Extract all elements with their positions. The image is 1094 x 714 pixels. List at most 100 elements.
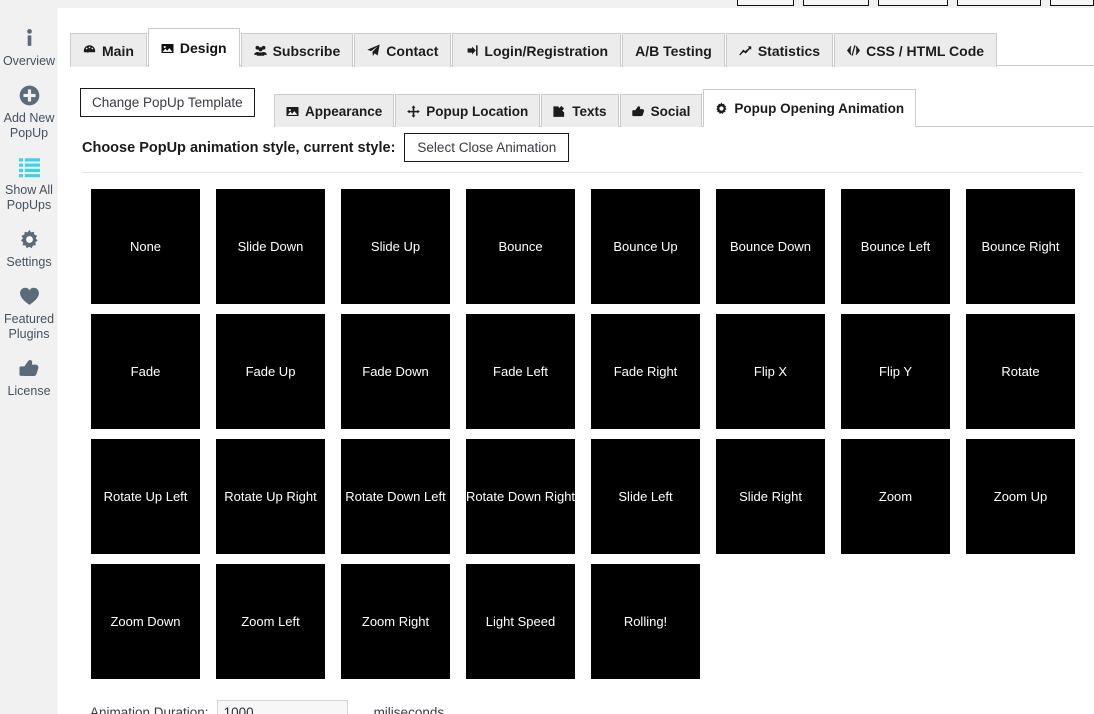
code-icon bbox=[847, 44, 860, 57]
animation-tile[interactable]: Bounce Up bbox=[591, 189, 700, 304]
animation-tile[interactable]: Zoom Up bbox=[966, 439, 1075, 554]
sidebar-item-settings[interactable]: Settings bbox=[0, 223, 58, 280]
animation-tile[interactable]: Fade Up bbox=[216, 314, 325, 429]
animation-tile[interactable]: Bounce Right bbox=[966, 189, 1075, 304]
animation-tile[interactable]: None bbox=[91, 189, 200, 304]
sidebar-item-show-all-popups[interactable]: Show All PopUps bbox=[0, 151, 58, 223]
animation-tile[interactable]: Zoom Right bbox=[341, 564, 450, 679]
top-cut-button-2[interactable] bbox=[803, 0, 869, 6]
animation-tile-label: Bounce Up bbox=[613, 239, 678, 254]
animation-tile[interactable]: Rotate Down Left bbox=[341, 439, 450, 554]
sign-in-icon bbox=[465, 44, 478, 57]
tab-contact[interactable]: Contact bbox=[354, 33, 452, 67]
animation-tile[interactable]: Bounce bbox=[466, 189, 575, 304]
animation-tile[interactable]: Slide Up bbox=[341, 189, 450, 304]
tab-main[interactable]: Main bbox=[70, 33, 147, 67]
thumbs-up-icon bbox=[631, 105, 645, 118]
subtab-label: Social bbox=[650, 103, 691, 119]
animation-tile[interactable]: Slide Down bbox=[216, 189, 325, 304]
animation-tile[interactable]: Zoom Left bbox=[216, 564, 325, 679]
tab-a-b-testing[interactable]: A/B Testing bbox=[622, 33, 725, 67]
subtab-label: Popup Location bbox=[426, 103, 529, 119]
animation-duration-input[interactable] bbox=[216, 700, 348, 714]
animation-tile[interactable]: Flip X bbox=[716, 314, 825, 429]
subtab-popup-opening-animation[interactable]: Popup Opening Animation bbox=[703, 89, 917, 127]
tab-label: Statistics bbox=[757, 42, 821, 59]
animation-tile-label: Rotate Up Left bbox=[103, 489, 188, 504]
sidebar-item-label: Add New PopUp bbox=[3, 111, 55, 140]
sidebar-item-featured-plugins[interactable]: Featured Plugins bbox=[0, 280, 58, 352]
animation-tile[interactable]: Light Speed bbox=[466, 564, 575, 679]
animation-tile[interactable]: Fade Down bbox=[341, 314, 450, 429]
animation-tile-label: Slide Up bbox=[370, 239, 421, 254]
select-close-animation-button[interactable]: Select Close Animation bbox=[404, 133, 570, 162]
animation-tile[interactable]: Fade Right bbox=[591, 314, 700, 429]
animation-tile-label: Bounce bbox=[498, 239, 543, 254]
subtab-appearance[interactable]: Appearance bbox=[274, 94, 395, 127]
animation-tile-label: Fade Up bbox=[245, 364, 296, 379]
design-subtabs: Appearance Popup Location Texts Social Popup… bbox=[274, 88, 1094, 127]
animation-tile[interactable]: Bounce Down bbox=[716, 189, 825, 304]
animation-tile-label: Zoom Down bbox=[110, 614, 181, 629]
animation-tile-label: None bbox=[129, 239, 162, 254]
main-tabbar: Main Design Subscribe Contact Login/Registra… bbox=[70, 28, 1094, 67]
animation-tile-label: Slide Left bbox=[618, 489, 673, 504]
plus-circle-icon bbox=[2, 85, 56, 106]
animation-tile[interactable]: Fade bbox=[91, 314, 200, 429]
animation-tile-label: Rotate Down Right bbox=[466, 489, 575, 504]
sidebar-item-license[interactable]: License bbox=[0, 352, 58, 409]
gear-icon bbox=[2, 229, 56, 250]
animation-tile[interactable]: Rotate bbox=[966, 314, 1075, 429]
top-cut-button-5[interactable] bbox=[1050, 0, 1094, 6]
animation-tile-label: Fade Down bbox=[362, 364, 429, 379]
pencil-square-icon bbox=[553, 105, 566, 118]
paper-plane-icon bbox=[367, 44, 380, 57]
animation-tile[interactable]: Rotate Down Right bbox=[466, 439, 575, 554]
animation-tile-label: Fade Right bbox=[613, 364, 678, 379]
subtab-popup-location[interactable]: Popup Location bbox=[395, 94, 541, 127]
tab-statistics[interactable]: Statistics bbox=[725, 33, 834, 67]
subtab-label: Appearance bbox=[305, 103, 383, 119]
sidebar-item-overview[interactable]: Overview bbox=[0, 22, 58, 79]
sidebar-item-label: Overview bbox=[2, 54, 56, 68]
animation-tile[interactable]: Zoom bbox=[841, 439, 950, 554]
animation-heading-row: Choose PopUp animation style, current st… bbox=[82, 133, 570, 162]
tab-css-html-code[interactable]: CSS / HTML Code bbox=[834, 33, 998, 67]
animation-tile-label: Fade bbox=[130, 364, 161, 379]
animation-tile[interactable]: Rotate Up Left bbox=[91, 439, 200, 554]
animation-tile-label: Flip Y bbox=[879, 364, 912, 379]
tab-login-registration[interactable]: Login/Registration bbox=[452, 33, 622, 67]
subtab-social[interactable]: Social bbox=[619, 94, 703, 127]
animation-tile[interactable]: Zoom Down bbox=[91, 564, 200, 679]
line-chart-icon bbox=[739, 44, 752, 57]
animation-tile-label: Bounce Right bbox=[981, 239, 1060, 254]
animation-grid: None Slide Down Slide Up Bounce Bounce Up Bou… bbox=[91, 189, 1091, 689]
top-cut-button-3[interactable] bbox=[878, 0, 948, 6]
top-cut-button-1[interactable] bbox=[737, 0, 794, 6]
animation-tile-label: Rolling! bbox=[623, 614, 668, 629]
animation-tile-label: Zoom Up bbox=[993, 489, 1048, 504]
tab-label: Login/Registration bbox=[484, 42, 609, 59]
animation-tile[interactable]: Rolling! bbox=[591, 564, 700, 679]
animation-tile[interactable]: Bounce Left bbox=[841, 189, 950, 304]
popup-builder-page: Overview Add New PopUp Show All PopUps Sett… bbox=[0, 0, 1094, 714]
top-cut-button-4[interactable] bbox=[957, 0, 1041, 6]
thumbs-up-icon bbox=[2, 358, 56, 379]
animation-tile[interactable]: Fade Left bbox=[466, 314, 575, 429]
tab-design[interactable]: Design bbox=[147, 28, 240, 67]
sidebar-item-label: License bbox=[7, 384, 51, 398]
subtab-texts[interactable]: Texts bbox=[541, 94, 619, 127]
tab-label: CSS / HTML Code bbox=[866, 42, 985, 59]
heart-icon bbox=[2, 286, 56, 307]
animation-tile[interactable]: Rotate Up Right bbox=[216, 439, 325, 554]
animation-tile[interactable]: Flip Y bbox=[841, 314, 950, 429]
subtab-label: Popup Opening Animation bbox=[734, 101, 905, 116]
users-icon bbox=[253, 44, 267, 57]
sidebar-item-add-new-popup[interactable]: Add New PopUp bbox=[0, 79, 58, 151]
animation-duration-row: Animation Duration: miliseconds bbox=[90, 700, 444, 714]
animation-tile[interactable]: Slide Right bbox=[716, 439, 825, 554]
animation-tile[interactable]: Slide Left bbox=[591, 439, 700, 554]
tab-label: Subscribe bbox=[272, 42, 341, 59]
tab-subscribe[interactable]: Subscribe bbox=[240, 33, 354, 67]
change-popup-template-button[interactable]: Change PopUp Template bbox=[80, 88, 255, 117]
